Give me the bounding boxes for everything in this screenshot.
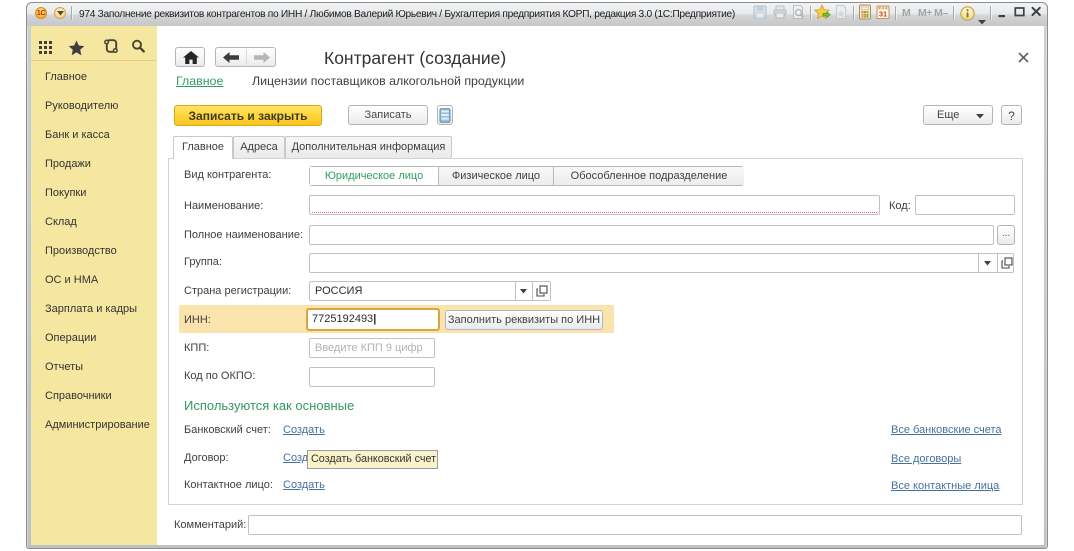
svg-text:31: 31 — [879, 10, 887, 19]
